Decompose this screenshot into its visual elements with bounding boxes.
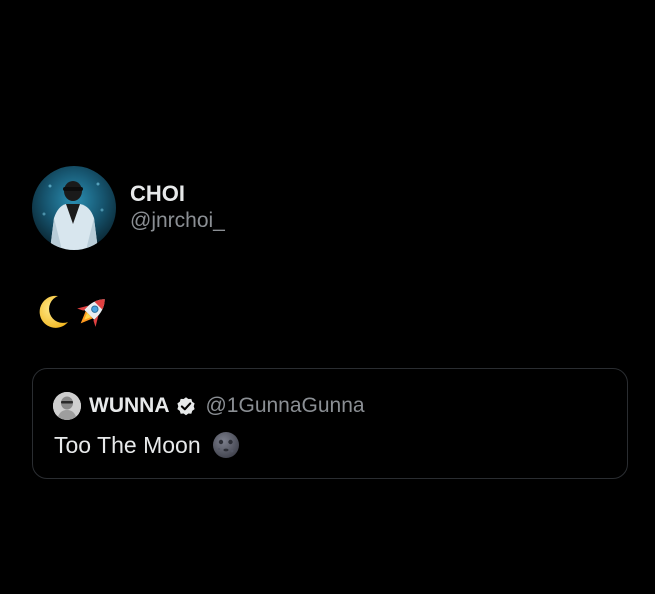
tweet-text — [32, 290, 630, 334]
rocket-emoji — [77, 299, 105, 327]
quoted-tweet-body: Too The Moon — [54, 429, 241, 461]
crescent-moon-emoji — [39, 295, 68, 328]
quoted-tweet-header: WUNNA @1GunnaGunna — [53, 391, 365, 421]
quoted-author-avatar[interactable] — [53, 392, 81, 420]
quoted-tweet-text: Too The Moon — [54, 431, 201, 458]
author-display-name[interactable]: CHOI — [130, 181, 225, 207]
quoted-avatar-photo — [53, 392, 81, 420]
quoted-author-display-name[interactable]: WUNNA — [89, 394, 169, 418]
quoted-author-handle[interactable]: @1GunnaGunna — [205, 394, 364, 418]
tweet: CHOI @jnrchoi_ — [32, 166, 630, 334]
quoted-tweet-card[interactable]: WUNNA @1GunnaGunna Too The Moon — [32, 368, 628, 479]
avatar-photo — [42, 181, 104, 250]
tweet-author-row: CHOI @jnrchoi_ — [32, 166, 630, 250]
verified-badge-icon — [177, 397, 196, 416]
new-moon-face-emoji — [212, 432, 239, 458]
tweet-author-names: CHOI @jnrchoi_ — [130, 166, 225, 250]
author-handle[interactable]: @jnrchoi_ — [130, 207, 225, 235]
avatar[interactable] — [32, 166, 116, 250]
